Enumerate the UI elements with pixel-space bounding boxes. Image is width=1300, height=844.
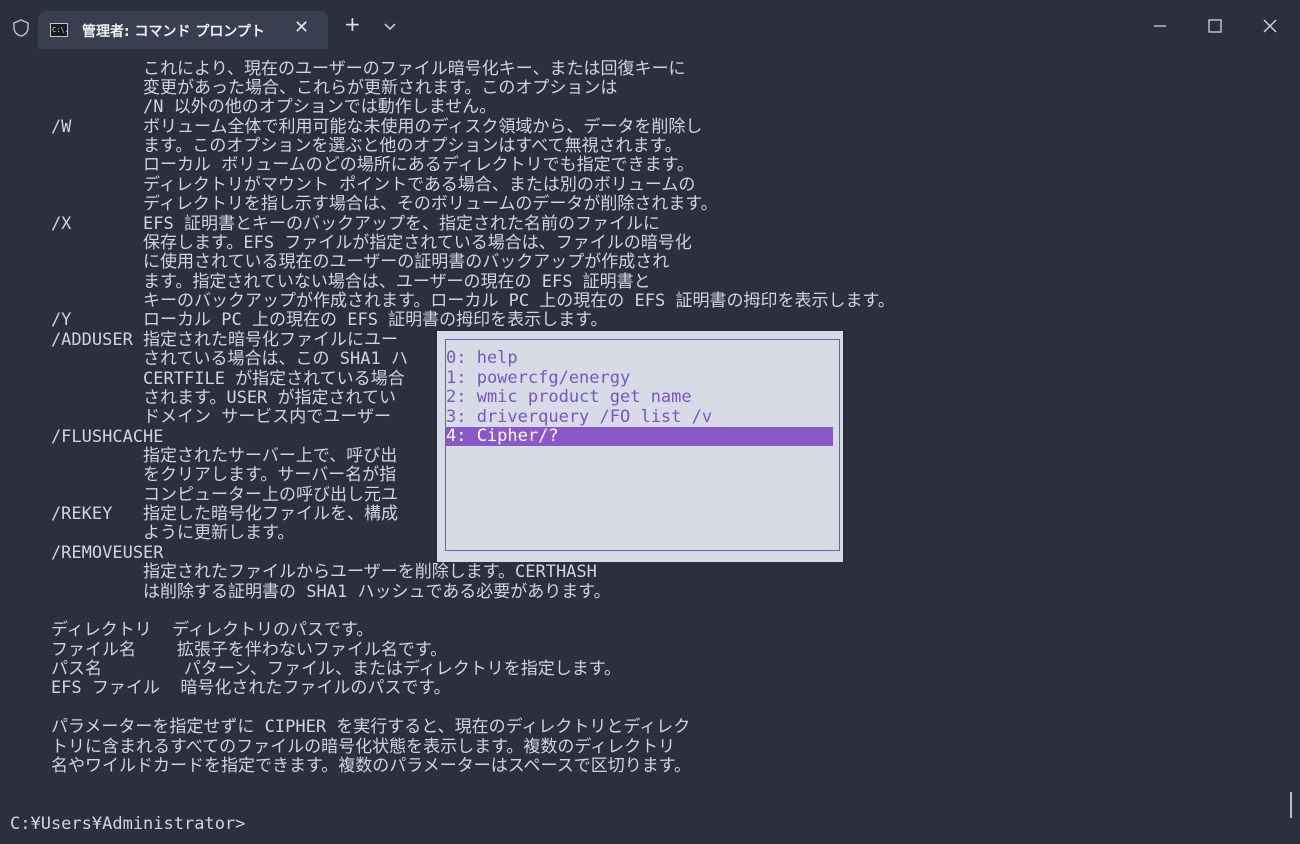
- console-line: ディレクトリ ディレクトリのパスです。: [10, 620, 374, 640]
- console-line: EFS ファイル 暗号化されたファイルのパスです。: [10, 678, 451, 698]
- console-line: CERTFILE が指定されている場合: [10, 369, 405, 389]
- history-item[interactable]: 3: driverquery /FO list /v: [446, 408, 833, 427]
- new-tab-button[interactable]: +: [344, 14, 361, 34]
- tab-close-icon[interactable]: ✕: [294, 17, 309, 38]
- close-window-button[interactable]: [1256, 12, 1284, 40]
- console-line: パラメーターを指定せずに CIPHER を実行すると、現在のディレクトリとディレ…: [10, 717, 691, 737]
- console-line: キーのバックアップが作成されます。ローカル PC 上の現在の EFS 証明書の拇…: [10, 291, 895, 311]
- console-line: 指定されたサーバー上で、呼び出: [10, 446, 398, 466]
- console-line: ドメイン サービス内でユーザー: [10, 407, 391, 427]
- history-item[interactable]: 0: help: [446, 349, 833, 368]
- console-line: は削除する証明書の SHA1 ハッシュである必要があります。: [10, 582, 611, 602]
- console-line: ように更新します。: [10, 523, 295, 543]
- console-line: /REMOVEUSER: [10, 543, 164, 563]
- console-line: に使用されている現在のユーザーの証明書のバックアップが作成され: [10, 252, 670, 272]
- console-line: 変更があった場合、これらが更新されます。このオプションは: [10, 78, 618, 98]
- console-line: /REKEY 指定した暗号化ファイルを、構成: [10, 504, 399, 524]
- console-line: /N 以外の他のオプションでは動作しません。: [10, 97, 497, 117]
- minimize-button[interactable]: [1146, 12, 1174, 40]
- tab-command-prompt[interactable]: C:\. 管理者: コマンド プロンプト ✕: [38, 11, 328, 49]
- history-item[interactable]: 1: powercfg/energy: [446, 369, 833, 388]
- chevron-down-icon[interactable]: [383, 22, 397, 32]
- console-line: ます。このオプションを選ぶと他のオプションはすべて無視されます。: [10, 136, 682, 156]
- terminal-icon: C:\.: [50, 23, 68, 37]
- console-line: これにより、現在のユーザーのファイル暗号化キー、または回復キーに: [10, 59, 686, 79]
- console-line: ディレクトリを指し示す場合は、そのボリュームのデータが削除されます。: [10, 194, 718, 214]
- shield-icon: [13, 19, 29, 37]
- console-line: 名やワイルドカードを指定できます。複数のパラメーターはスペースで区切ります。: [10, 756, 691, 776]
- console-line: パス名 パターン、ファイル、またはディレクトリを指定します。: [10, 659, 622, 679]
- console-line: /W ボリューム全体で利用可能な未使用のディスク領域から、データを削除し: [10, 117, 703, 137]
- scrollbar-thumb[interactable]: [1290, 792, 1292, 818]
- console-line: 保存します。EFS ファイルが指定されている場合は、ファイルの暗号化: [10, 233, 692, 253]
- tab-title: 管理者: コマンド プロンプト: [82, 24, 265, 40]
- console-line: されている場合は、この SHA1 ハ: [10, 349, 408, 369]
- console-line: /Y ローカル PC 上の現在の EFS 証明書の拇印を表示します。: [10, 310, 608, 330]
- command-prompt-line[interactable]: C:¥Users¥Administrator>: [10, 815, 245, 834]
- title-bar: C:\. 管理者: コマンド プロンプト ✕ +: [0, 0, 1300, 50]
- console-line: されます。USER が指定されてい: [10, 388, 397, 408]
- console-line: /X EFS 証明書とキーのバックアップを、指定された名前のファイルに: [10, 214, 660, 234]
- console-line: ファイル名 拡張子を伴わないファイル名です。: [10, 640, 448, 660]
- history-item[interactable]: 2: wmic product get name: [446, 388, 833, 407]
- console-line: ます。指定されていない場合は、ユーザーの現在の EFS 証明書と: [10, 272, 651, 292]
- console-line: トリに含まれるすべてのファイルの暗号化状態を表示します。複数のディレクトリ: [10, 737, 676, 757]
- console-line: /FLUSHCACHE: [10, 427, 164, 447]
- console-line: ディレクトリがマウント ポイントである場合、または別のボリュームの: [10, 175, 696, 195]
- maximize-button[interactable]: [1201, 12, 1229, 40]
- console-line: ローカル ボリュームのどの場所にあるディレクトリでも指定できます。: [10, 155, 694, 175]
- history-item-selected[interactable]: 4: Cipher/?: [446, 427, 833, 446]
- console-line: をクリアします。サーバー名が指: [10, 465, 397, 485]
- command-history-popup[interactable]: 0: help 1: powercfg/energy 2: wmic produ…: [437, 331, 843, 562]
- console-line: /ADDUSER 指定された暗号化ファイルにユー: [10, 330, 399, 350]
- console-line: コンピューター上の呼び出し元ユ: [10, 485, 399, 505]
- console-line: 指定されたファイルからユーザーを削除します。CERTHASH: [10, 562, 597, 582]
